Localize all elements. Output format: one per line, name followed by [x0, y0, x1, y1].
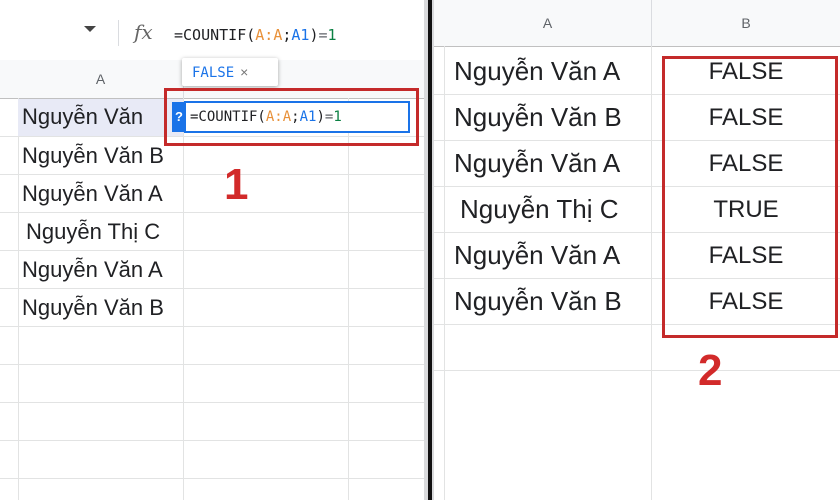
- formula-function: =COUNTIF(: [174, 26, 256, 44]
- grid-row-line: [0, 288, 424, 289]
- formula-bar-separator: [118, 20, 119, 46]
- formula-input[interactable]: =COUNTIF(A:A;A1)=1: [174, 26, 337, 44]
- column-header-a[interactable]: A: [18, 60, 184, 99]
- name-box-dropdown-icon[interactable]: [84, 26, 96, 32]
- row-header-border: [444, 46, 445, 500]
- cell-a4[interactable]: Nguyễn Thị C: [26, 219, 160, 245]
- column-header-a[interactable]: A: [444, 0, 652, 47]
- formula-range-2: A1: [291, 26, 310, 44]
- grid-row-line: [0, 250, 424, 251]
- grid-row-line: [0, 326, 424, 327]
- cell-a2[interactable]: Nguyễn Văn A: [454, 56, 620, 87]
- highlight-box-1: [164, 88, 419, 146]
- cell-a5[interactable]: Nguyễn Văn A: [22, 257, 163, 283]
- fx-icon: fx: [134, 20, 153, 44]
- left-spreadsheet-panel: fx =COUNTIF(A:A;A1)=1 A Nguyễn Văn Nguyễ…: [0, 0, 424, 500]
- formula-equals: =: [318, 26, 328, 44]
- grid-row-line: [0, 402, 424, 403]
- grid-row-line: [0, 212, 424, 213]
- formula-range-1: A:A: [255, 26, 283, 44]
- grid-row-line: [0, 364, 424, 365]
- cell-a2[interactable]: Nguyễn Văn B: [22, 143, 164, 169]
- tooltip-close-icon[interactable]: ×: [240, 64, 248, 80]
- right-spreadsheet-panel: A B Nguyễn Văn A Nguyễn Văn B Nguyễn Văn…: [434, 0, 840, 500]
- formula-bar: fx =COUNTIF(A:A;A1)=1: [0, 0, 424, 61]
- cell-a6[interactable]: Nguyễn Văn B: [22, 295, 164, 321]
- formula-close-paren: ): [309, 26, 319, 44]
- corner-header[interactable]: [0, 60, 19, 99]
- grid-row-line: [0, 478, 424, 479]
- cell-a4[interactable]: Nguyễn Văn A: [454, 148, 620, 179]
- panel-divider: [424, 0, 434, 500]
- cell-a3[interactable]: Nguyễn Văn A: [22, 181, 163, 207]
- grid-row-line: [434, 370, 840, 371]
- cell-a5[interactable]: Nguyễn Thị C: [460, 194, 619, 225]
- callout-number-2: 2: [698, 346, 723, 395]
- column-header-b[interactable]: B: [652, 0, 840, 47]
- formula-number: 1: [327, 26, 337, 44]
- highlight-box-2: [662, 56, 838, 338]
- cell-a1[interactable]: Nguyễn Văn: [22, 104, 143, 130]
- grid-row-line: [0, 174, 424, 175]
- formula-preview-tooltip: FALSE ×: [182, 58, 278, 86]
- callout-number-1: 1: [224, 160, 249, 209]
- grid-row-line: [0, 440, 424, 441]
- cell-a3[interactable]: Nguyễn Văn B: [454, 102, 622, 133]
- tooltip-value: FALSE: [192, 65, 235, 81]
- cell-a6[interactable]: Nguyễn Văn A: [454, 240, 620, 271]
- cell-a7[interactable]: Nguyễn Văn B: [454, 286, 622, 317]
